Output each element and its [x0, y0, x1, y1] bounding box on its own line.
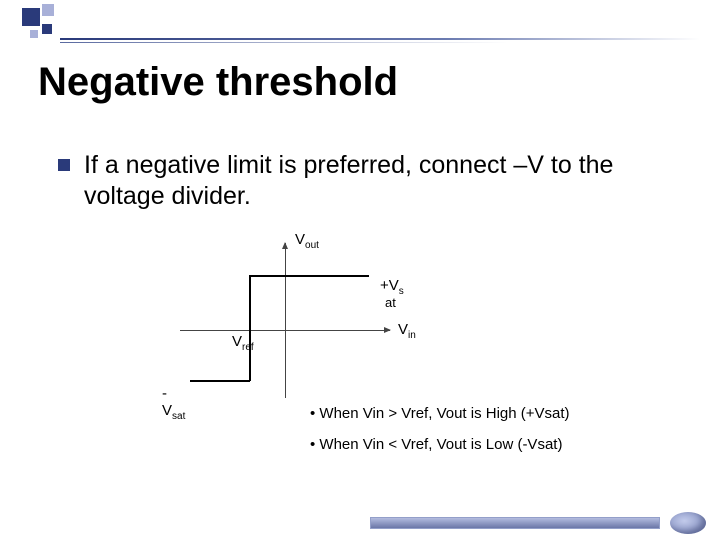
x-axis — [180, 330, 390, 331]
threshold-chart: Vout +Vs at Vref Vin - Vsat — [180, 235, 420, 425]
note-low: • When Vin < Vref, Vout is Low (-Vsat) — [310, 436, 690, 453]
bullet-item: If a negative limit is preferred, connec… — [58, 150, 658, 213]
x-axis-label: Vin — [398, 321, 416, 341]
footer — [0, 512, 720, 534]
footer-logo-icon — [670, 512, 706, 534]
footer-bar — [370, 517, 660, 529]
page-title: Negative threshold — [38, 60, 398, 105]
at-label: at — [385, 295, 396, 310]
plus-vsat-label: +Vs — [380, 277, 404, 297]
bullet-text: If a negative limit is preferred, connec… — [84, 150, 658, 213]
note-high: • When Vin > Vref, Vout is High (+Vsat) — [310, 405, 690, 422]
header-decoration — [0, 0, 720, 45]
y-axis-label: Vout — [295, 231, 319, 251]
y-axis — [285, 243, 286, 398]
bullet-square-icon — [58, 159, 70, 171]
neg-vsat-label: - Vsat — [162, 385, 185, 422]
step-low-segment — [190, 380, 250, 382]
vref-label: Vref — [232, 333, 254, 353]
step-vertical-segment — [249, 275, 251, 381]
notes-block: • When Vin > Vref, Vout is High (+Vsat) … — [310, 405, 690, 467]
step-high-segment — [249, 275, 369, 277]
